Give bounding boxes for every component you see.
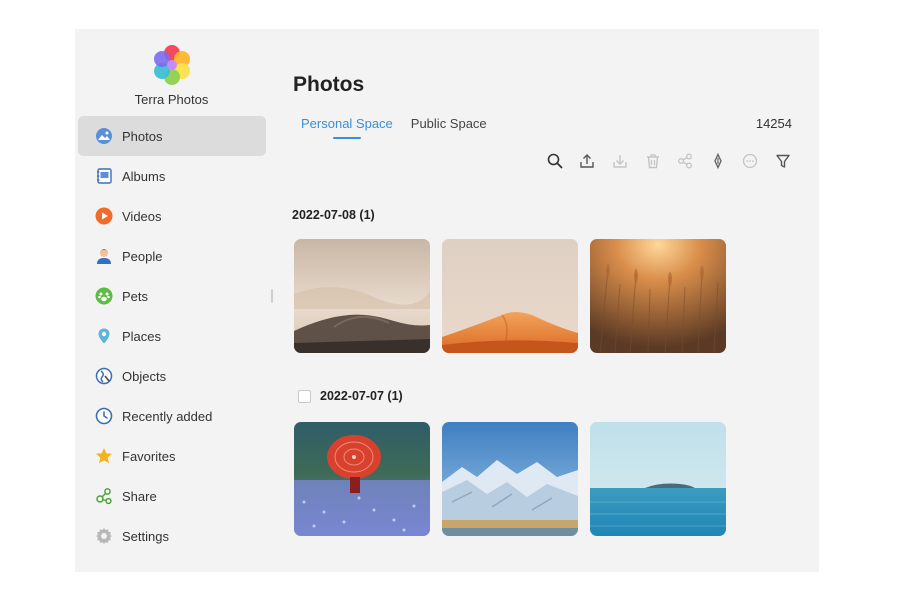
delete-icon[interactable]	[645, 153, 661, 169]
sidebar-item-label: Videos	[122, 208, 162, 224]
sidebar-item-share[interactable]: Share	[78, 476, 266, 516]
sidebar-item-settings[interactable]: Settings	[78, 516, 266, 556]
date-group-header: 2022-07-07 (1)	[298, 389, 403, 403]
settings-icon	[94, 526, 114, 546]
recently-added-icon	[94, 406, 114, 426]
upload-icon[interactable]	[579, 153, 595, 169]
sidebar-item-albums[interactable]: Albums	[78, 156, 266, 196]
date-group-header: 2022-07-08 (1)	[292, 208, 375, 222]
date-group-checkbox[interactable]	[298, 389, 311, 403]
sidebar-item-pets[interactable]: Pets	[78, 276, 266, 316]
sidebar-item-label: Favorites	[122, 448, 176, 464]
tab-personal-space[interactable]: Personal Space	[301, 116, 393, 139]
orange-dune-photo[interactable]	[442, 239, 578, 353]
objects-icon	[94, 366, 114, 386]
toolbar	[530, 153, 791, 169]
app-window: Terra Photos Photos Albums Videos People…	[75, 29, 819, 572]
share-icon[interactable]	[677, 153, 693, 169]
photo-count: 14254	[755, 116, 792, 131]
sidebar-item-label: Share	[122, 488, 157, 504]
search-icon[interactable]	[547, 153, 563, 169]
people-icon	[94, 246, 114, 266]
sidebar-item-people[interactable]: People	[78, 236, 266, 276]
snowy-mountains-photo[interactable]	[442, 422, 578, 536]
sidebar-item-label: Places	[122, 328, 162, 344]
sidebar-item-recently-added[interactable]: Recently added	[78, 396, 266, 436]
pets-icon	[94, 286, 114, 306]
edit-icon[interactable]	[710, 153, 726, 169]
sidebar-item-label: Photos	[122, 128, 163, 144]
blue-sea-photo[interactable]	[590, 422, 726, 536]
sidebar-item-places[interactable]: Places	[78, 316, 266, 356]
app-name: Terra Photos	[134, 92, 209, 107]
date-group-title: 2022-07-07 (1)	[320, 389, 403, 403]
more-icon[interactable]	[742, 153, 758, 169]
tab-public-space[interactable]: Public Space	[411, 116, 487, 139]
sidebar-item-label: People	[122, 248, 163, 264]
sidebar-nav: Photos Albums Videos People Pets Places …	[78, 116, 266, 556]
share-icon	[94, 486, 114, 506]
download-icon[interactable]	[612, 153, 628, 169]
sidebar-item-label: Recently added	[122, 408, 213, 424]
videos-icon	[94, 206, 114, 226]
photos-icon	[94, 126, 114, 146]
sidebar-item-label: Pets	[122, 288, 149, 304]
sidebar: Terra Photos Photos Albums Videos People…	[75, 29, 273, 572]
sidebar-item-label: Albums	[122, 168, 166, 184]
places-icon	[94, 326, 114, 346]
terra-photos-logo-icon	[150, 43, 194, 87]
page-title: Photos	[293, 73, 365, 96]
sidebar-item-label: Objects	[122, 368, 167, 384]
wheat-field-photo[interactable]	[590, 239, 726, 353]
sidebar-item-objects[interactable]: Objects	[78, 356, 266, 396]
date-group-title: 2022-07-08 (1)	[292, 208, 375, 222]
desert-haze-photo[interactable]	[294, 239, 430, 353]
red-umbrella-photo[interactable]	[294, 422, 430, 536]
sidebar-item-videos[interactable]: Videos	[78, 196, 266, 236]
main-content: Photos Personal Space Public Space 14254	[273, 29, 819, 572]
filter-icon[interactable]	[775, 153, 791, 169]
sidebar-item-label: Settings	[122, 528, 169, 544]
favorites-icon	[94, 446, 114, 466]
sidebar-item-favorites[interactable]: Favorites	[78, 436, 266, 476]
sidebar-item-photos[interactable]: Photos	[78, 116, 266, 156]
space-tabs: Personal Space Public Space	[301, 116, 505, 139]
albums-icon	[94, 166, 114, 186]
